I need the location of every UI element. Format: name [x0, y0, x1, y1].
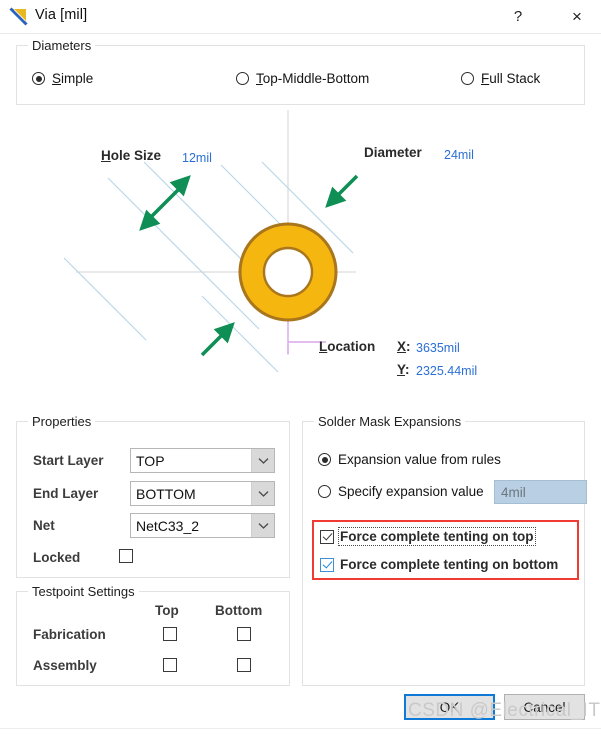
ok-button[interactable]: OK — [404, 694, 495, 720]
force-tenting-top-row[interactable]: Force complete tenting on top — [320, 527, 536, 546]
radio-simple-indicator[interactable] — [32, 72, 45, 85]
fabrication-label: Fabrication — [33, 627, 106, 642]
hole-size-value[interactable]: 12mil — [182, 151, 212, 165]
location-label: Location — [319, 339, 376, 354]
chevron-down-icon[interactable] — [251, 514, 274, 537]
net-combo[interactable]: NetC33_2 — [130, 513, 275, 538]
force-tenting-bottom-checkbox[interactable] — [320, 557, 334, 572]
testpoint-column-top: Top — [155, 603, 179, 618]
radio-specify-expansion-indicator[interactable] — [318, 485, 331, 498]
hole-size-label: Hole Size — [101, 148, 162, 163]
testpoint-column-bottom: Bottom — [215, 603, 263, 618]
radio-specify-expansion-label: Specify expansion value — [338, 484, 484, 499]
bottom-divider — [0, 728, 601, 729]
radio-top-middle-bottom[interactable]: Top-Middle-Bottom — [236, 71, 369, 86]
diameters-group-title: Diameters — [28, 38, 96, 53]
radio-specify-expansion[interactable]: Specify expansion value — [318, 484, 484, 499]
help-button[interactable]: ? — [496, 0, 540, 33]
fabrication-bottom-checkbox[interactable] — [237, 627, 251, 641]
fabrication-top-checkbox[interactable] — [163, 627, 177, 641]
chevron-down-icon[interactable] — [251, 449, 274, 472]
net-value: NetC33_2 — [136, 517, 200, 534]
radio-simple-label: Simple — [52, 71, 94, 86]
force-tenting-top-label: Force complete tenting on top — [338, 527, 536, 546]
close-button[interactable]: × — [555, 0, 599, 33]
radio-full-stack[interactable]: Full Stack — [461, 71, 540, 86]
assembly-bottom-checkbox[interactable] — [237, 658, 251, 672]
location-y-value[interactable]: 2325.44mil — [416, 364, 477, 378]
properties-group-title: Properties — [28, 414, 96, 429]
radio-simple[interactable]: Simple — [32, 71, 93, 86]
location-y-label: Y: — [397, 362, 410, 377]
start-layer-label: Start Layer — [33, 453, 104, 468]
radio-full-stack-indicator[interactable] — [461, 72, 474, 85]
testpoint-group-title: Testpoint Settings — [28, 584, 139, 599]
location-x-value[interactable]: 3635mil — [416, 341, 460, 355]
force-tenting-bottom-row[interactable]: Force complete tenting on bottom — [320, 557, 558, 572]
window-title: Via [mil] — [35, 7, 88, 23]
chevron-down-icon[interactable] — [251, 482, 274, 505]
expansion-value-input[interactable]: 4mil — [494, 480, 587, 504]
radio-expansion-from-rules[interactable]: Expansion value from rules — [318, 452, 501, 467]
location-x-label: X: — [397, 339, 411, 354]
diameter-label: Diameter — [364, 145, 422, 160]
locked-checkbox[interactable] — [119, 549, 133, 563]
net-label: Net — [33, 518, 55, 533]
cancel-button[interactable]: Cancel — [504, 694, 585, 720]
assembly-top-checkbox[interactable] — [163, 658, 177, 672]
title-bar: Via [mil] ? × — [0, 0, 601, 34]
radio-full-stack-label: Full Stack — [481, 71, 541, 86]
end-layer-value: BOTTOM — [136, 485, 196, 502]
start-layer-value: TOP — [136, 452, 165, 469]
assembly-label: Assembly — [33, 658, 97, 673]
via-icon — [9, 7, 28, 26]
force-tenting-top-checkbox[interactable] — [320, 529, 334, 544]
solder-mask-group-title: Solder Mask Expansions — [314, 414, 466, 429]
start-layer-combo[interactable]: TOP — [130, 448, 275, 473]
radio-top-middle-bottom-indicator[interactable] — [236, 72, 249, 85]
radio-top-middle-bottom-label: Top-Middle-Bottom — [256, 71, 370, 86]
via-preview-diagram: Hole Size 12mil Diameter 24mil Location … — [16, 110, 585, 410]
force-tenting-bottom-label: Force complete tenting on bottom — [340, 557, 559, 572]
diameter-value[interactable]: 24mil — [444, 148, 474, 162]
locked-label: Locked — [33, 550, 81, 565]
radio-expansion-from-rules-label: Expansion value from rules — [338, 452, 501, 467]
end-layer-label: End Layer — [33, 486, 99, 501]
end-layer-combo[interactable]: BOTTOM — [130, 481, 275, 506]
radio-expansion-from-rules-indicator[interactable] — [318, 453, 331, 466]
